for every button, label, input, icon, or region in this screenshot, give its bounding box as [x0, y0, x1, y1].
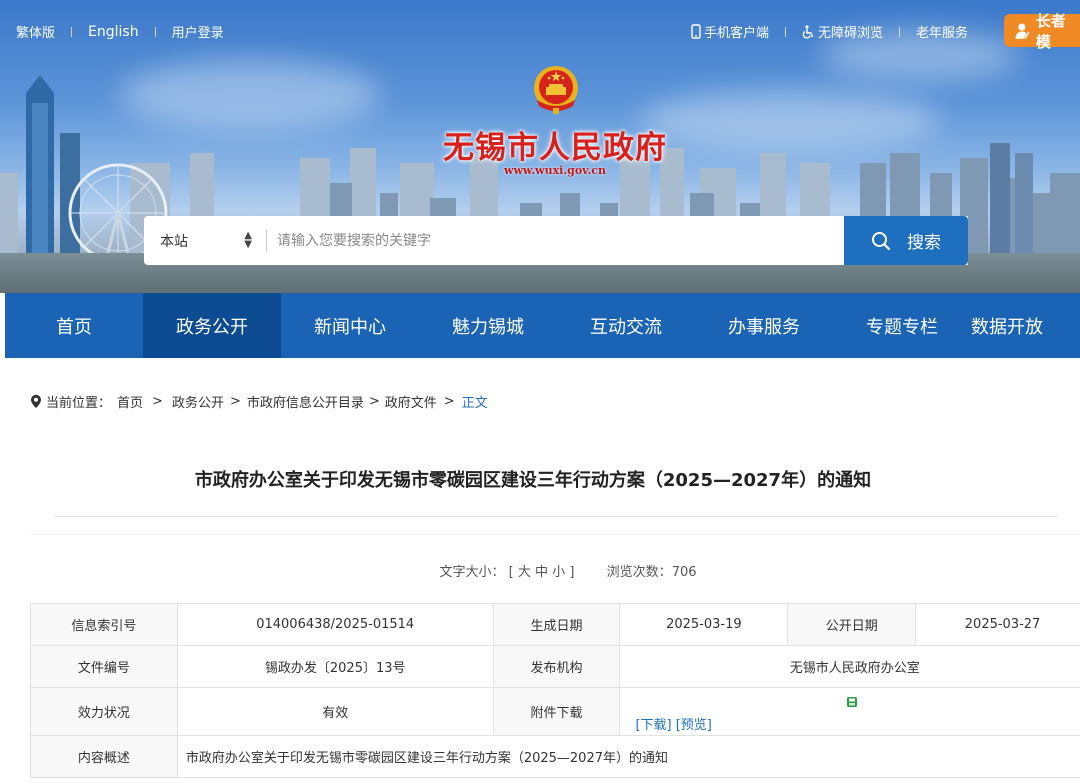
breadcrumb: 当前位置： 首页 > 政务公开 > 市政府信息公开目录 > 政府文件 > 正文 [30, 392, 488, 411]
attachment-cell: [下载] [预览] [619, 687, 1080, 736]
created-date-label: 生成日期 [492, 603, 621, 646]
elder-mode-button[interactable]: 长者模 [1004, 12, 1080, 51]
search-scope-value: 本站 [160, 233, 188, 250]
validity-status-label: 效力状况 [30, 687, 178, 736]
sort-arrows-icon: ▲ ▼ [244, 230, 252, 250]
nav-item-charm-wuxi[interactable]: 魅力锡城 [419, 293, 557, 358]
article-meta: 文字大小： [ 大 中 小 ] 浏览次数：706 [0, 561, 1080, 580]
wheelchair-icon [802, 24, 814, 39]
nav-item-open-data[interactable]: 数据开放 [971, 293, 1080, 358]
nav-item-special-topics[interactable]: 专题专栏 [833, 293, 971, 358]
accessible-browse-label: 无障碍浏览 [817, 26, 883, 41]
document-title-wrapper: 市政府办公室关于印发无锡市零碳园区建设三年行动方案（2025—2027年）的通知 [30, 466, 1080, 492]
table-row: 信息索引号 014006438/2025-01514 生成日期 2025-03-… [30, 603, 1080, 646]
breadcrumb-info-catalog[interactable]: 市政府信息公开目录 [247, 392, 364, 411]
index-number-label: 信息索引号 [30, 603, 178, 646]
search-bar: 本站 ▲▼ 搜索 [144, 216, 968, 265]
table-row: 内容概述 市政府办公室关于印发无锡市零碳园区建设三年行动方案（2025—2027… [30, 735, 1080, 778]
font-size-bracket-close: ] [569, 565, 575, 580]
attachment-preview-link[interactable]: [预览] [676, 718, 712, 733]
breadcrumb-separator: > [368, 394, 380, 409]
english-link[interactable]: English [88, 24, 139, 40]
published-date-label: 公开日期 [787, 603, 917, 646]
font-size-bracket-open: [ [508, 565, 514, 580]
search-input[interactable] [267, 216, 844, 265]
mobile-client-label: 手机客户端 [703, 26, 769, 41]
attachment-download-link[interactable]: [下载] [635, 718, 671, 733]
divider [784, 26, 786, 37]
user-login-link[interactable]: 用户登录 [172, 22, 224, 41]
mobile-phone-icon [691, 24, 701, 39]
divider [154, 26, 156, 37]
issuer-label: 发布机构 [492, 645, 621, 688]
elderly-service-link[interactable]: 老年服务 [916, 22, 968, 41]
search-button-label: 搜索 [907, 233, 941, 253]
font-size-small-button[interactable]: 小 [552, 565, 565, 580]
search-scope-select[interactable]: 本站 ▲ ▼ [144, 216, 266, 265]
top-utility-bar: 繁体版 English 用户登录 手机客户端 无障碍浏览 老年服务 长者模 [0, 0, 1080, 62]
created-date-value: 2025-03-19 [619, 603, 789, 646]
search-icon [872, 231, 891, 250]
table-row: 效力状况 有效 附件下载 [下载] [预览] [30, 687, 1080, 736]
mobile-client-link[interactable]: 手机客户端 [691, 22, 769, 41]
summary-value: 市政府办公室关于印发无锡市零碳园区建设三年行动方案（2025—2027年）的通知 [176, 735, 1080, 778]
breadcrumb-current: 正文 [461, 396, 488, 411]
nav-item-services[interactable]: 办事服务 [695, 293, 833, 358]
divider [898, 26, 900, 37]
file-download-icon [847, 697, 858, 707]
font-size-large-button[interactable]: 大 [518, 565, 531, 580]
elder-mode-label: 长者模 [1035, 11, 1066, 51]
breadcrumb-separator: > [152, 394, 163, 409]
document-info-table: 信息索引号 014006438/2025-01514 生成日期 2025-03-… [30, 603, 1080, 778]
divider [54, 516, 1058, 517]
breadcrumb-government-affairs[interactable]: 政务公开 [172, 392, 224, 411]
traditional-chinese-link[interactable]: 繁体版 [16, 22, 55, 41]
main-nav: 首页 政务公开 新闻中心 魅力锡城 互动交流 办事服务 专题专栏 数据开放 [5, 293, 1080, 358]
document-title: 市政府办公室关于印发无锡市零碳园区建设三年行动方案（2025—2027年）的通知 [194, 470, 872, 491]
summary-label: 内容概述 [30, 735, 178, 778]
divider [71, 26, 73, 37]
national-emblem-icon [534, 66, 578, 114]
search-button[interactable]: 搜索 [844, 216, 968, 265]
site-title: 无锡市人民政府 [443, 130, 667, 166]
breadcrumb-separator: > [229, 394, 241, 409]
table-row: 文件编号 锡政办发〔2025〕13号 发布机构 无锡市人民政府办公室 [30, 645, 1080, 688]
location-pin-icon [31, 394, 41, 408]
site-url: www.wuxi.gov.cn [503, 164, 606, 177]
nav-item-news-center[interactable]: 新闻中心 [281, 293, 419, 358]
view-count-label: 浏览次数： [606, 565, 672, 580]
nav-item-interaction[interactable]: 互动交流 [557, 293, 695, 358]
divider [30, 534, 1080, 535]
published-date-value: 2025-03-27 [915, 603, 1080, 646]
view-count: 706 [671, 565, 697, 580]
validity-status-value: 有效 [176, 687, 494, 736]
person-icon [1015, 23, 1030, 39]
issuer-value: 无锡市人民政府办公室 [619, 645, 1080, 688]
accessible-browse-link[interactable]: 无障碍浏览 [802, 22, 883, 41]
font-size-label: 文字大小： [439, 565, 505, 580]
font-size-medium-button[interactable]: 中 [535, 565, 548, 580]
document-number-value: 锡政办发〔2025〕13号 [176, 645, 494, 688]
nav-item-government-affairs[interactable]: 政务公开 [143, 293, 281, 358]
breadcrumb-home[interactable]: 首页 [117, 392, 143, 411]
breadcrumb-separator: > [443, 394, 455, 409]
breadcrumb-prefix: 当前位置： [46, 396, 112, 411]
nav-item-home[interactable]: 首页 [5, 293, 143, 358]
document-number-label: 文件编号 [30, 645, 178, 688]
attachment-label: 附件下载 [492, 687, 621, 736]
index-number-value: 014006438/2025-01514 [176, 603, 494, 646]
breadcrumb-government-documents[interactable]: 政府文件 [385, 392, 437, 411]
